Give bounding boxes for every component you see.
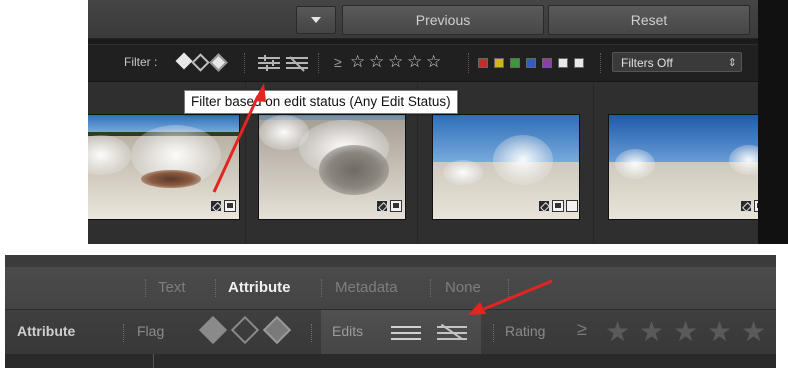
flag-label: Flag xyxy=(137,323,165,339)
rating-star-3[interactable]: ☆ xyxy=(388,52,403,72)
toolbar: Previous Reset xyxy=(88,0,788,39)
unflagged-filter-icon[interactable] xyxy=(191,53,210,72)
caption-badge-icon xyxy=(224,200,236,212)
rating-star-5[interactable]: ☆ xyxy=(426,52,441,72)
color-label-none[interactable] xyxy=(574,58,584,68)
divider xyxy=(430,279,431,297)
filter-presets-select[interactable]: Filters Off xyxy=(612,52,742,73)
grid-header xyxy=(5,354,776,368)
develop-adjustment-badge-icon xyxy=(566,200,578,212)
grid-cell[interactable] xyxy=(594,82,768,244)
divider xyxy=(244,53,245,73)
rating-star-1[interactable]: ★ xyxy=(605,317,630,347)
rating-label: Rating xyxy=(505,323,546,339)
reset-button[interactable]: Reset xyxy=(548,5,750,35)
divider xyxy=(318,53,319,73)
rejected-filter-icon[interactable] xyxy=(209,53,228,72)
edited-filter-icon[interactable] xyxy=(391,323,421,341)
attribute-title: Attribute xyxy=(17,323,76,339)
keyword-badge-icon xyxy=(210,200,222,212)
unflagged-filter-icon[interactable] xyxy=(230,315,260,345)
divider xyxy=(321,279,322,297)
scrollbar[interactable] xyxy=(758,0,788,244)
caption-badge-icon xyxy=(552,200,564,212)
rating-star-3[interactable]: ★ xyxy=(673,317,698,347)
divider xyxy=(600,53,601,73)
unedited-filter-icon[interactable] xyxy=(286,55,308,71)
divider xyxy=(153,354,154,368)
color-label-purple[interactable] xyxy=(542,58,552,68)
color-label-blue[interactable] xyxy=(526,58,536,68)
rating-operator[interactable]: ≥ xyxy=(577,319,587,340)
edits-label: Edits xyxy=(332,323,364,339)
divider xyxy=(508,279,509,297)
divider xyxy=(493,324,494,342)
divider xyxy=(123,324,124,342)
tab-text[interactable]: Text xyxy=(158,279,186,296)
library-filter-panel: Previous Reset Filter : ≥ ☆ ☆ ☆ ☆ ☆ Filt… xyxy=(88,0,788,244)
attribute-filter-row: Attribute Flag Edits Rating ≥ ★ ★ ★ ★ ★ xyxy=(5,309,776,354)
unedited-filter-icon[interactable] xyxy=(437,323,467,341)
caption-badge-icon xyxy=(390,200,402,212)
rejected-filter-icon[interactable] xyxy=(262,315,292,345)
edited-filter-icon[interactable] xyxy=(258,55,280,71)
library-filter-bar-zoomed: Text Attribute Metadata None Attribute F… xyxy=(5,255,776,368)
divider xyxy=(311,324,312,342)
filter-tabs: Text Attribute Metadata None xyxy=(5,267,776,309)
rating-operator[interactable]: ≥ xyxy=(334,54,342,70)
dropdown-button[interactable] xyxy=(296,6,336,34)
filter-bar: Filter : ≥ ☆ ☆ ☆ ☆ ☆ Filters Off xyxy=(88,44,768,82)
edit-status-tooltip: Filter based on edit status (Any Edit St… xyxy=(184,90,458,114)
divider xyxy=(215,279,216,297)
flagged-filter-icon[interactable] xyxy=(198,315,228,345)
color-label-custom[interactable] xyxy=(558,58,568,68)
filter-label: Filter : xyxy=(124,55,158,69)
rating-star-2[interactable]: ☆ xyxy=(369,52,384,72)
color-label-green[interactable] xyxy=(510,58,520,68)
keyword-badge-icon xyxy=(538,200,550,212)
tab-attribute[interactable]: Attribute xyxy=(228,279,291,296)
rating-star-4[interactable]: ★ xyxy=(707,317,732,347)
color-label-red[interactable] xyxy=(478,58,488,68)
rating-star-5[interactable]: ★ xyxy=(741,317,766,347)
flagged-filter-icon[interactable] xyxy=(175,52,193,70)
keyword-badge-icon xyxy=(740,200,752,212)
rating-star-4[interactable]: ☆ xyxy=(407,52,422,72)
divider xyxy=(145,279,146,297)
header-strip xyxy=(5,255,776,267)
keyword-badge-icon xyxy=(376,200,388,212)
tab-metadata[interactable]: Metadata xyxy=(335,279,398,296)
color-label-yellow[interactable] xyxy=(494,58,504,68)
rating-star-2[interactable]: ★ xyxy=(639,317,664,347)
previous-button[interactable]: Previous xyxy=(342,5,544,35)
divider xyxy=(468,53,469,73)
rating-star-1[interactable]: ☆ xyxy=(350,52,365,72)
tab-none[interactable]: None xyxy=(445,279,481,296)
